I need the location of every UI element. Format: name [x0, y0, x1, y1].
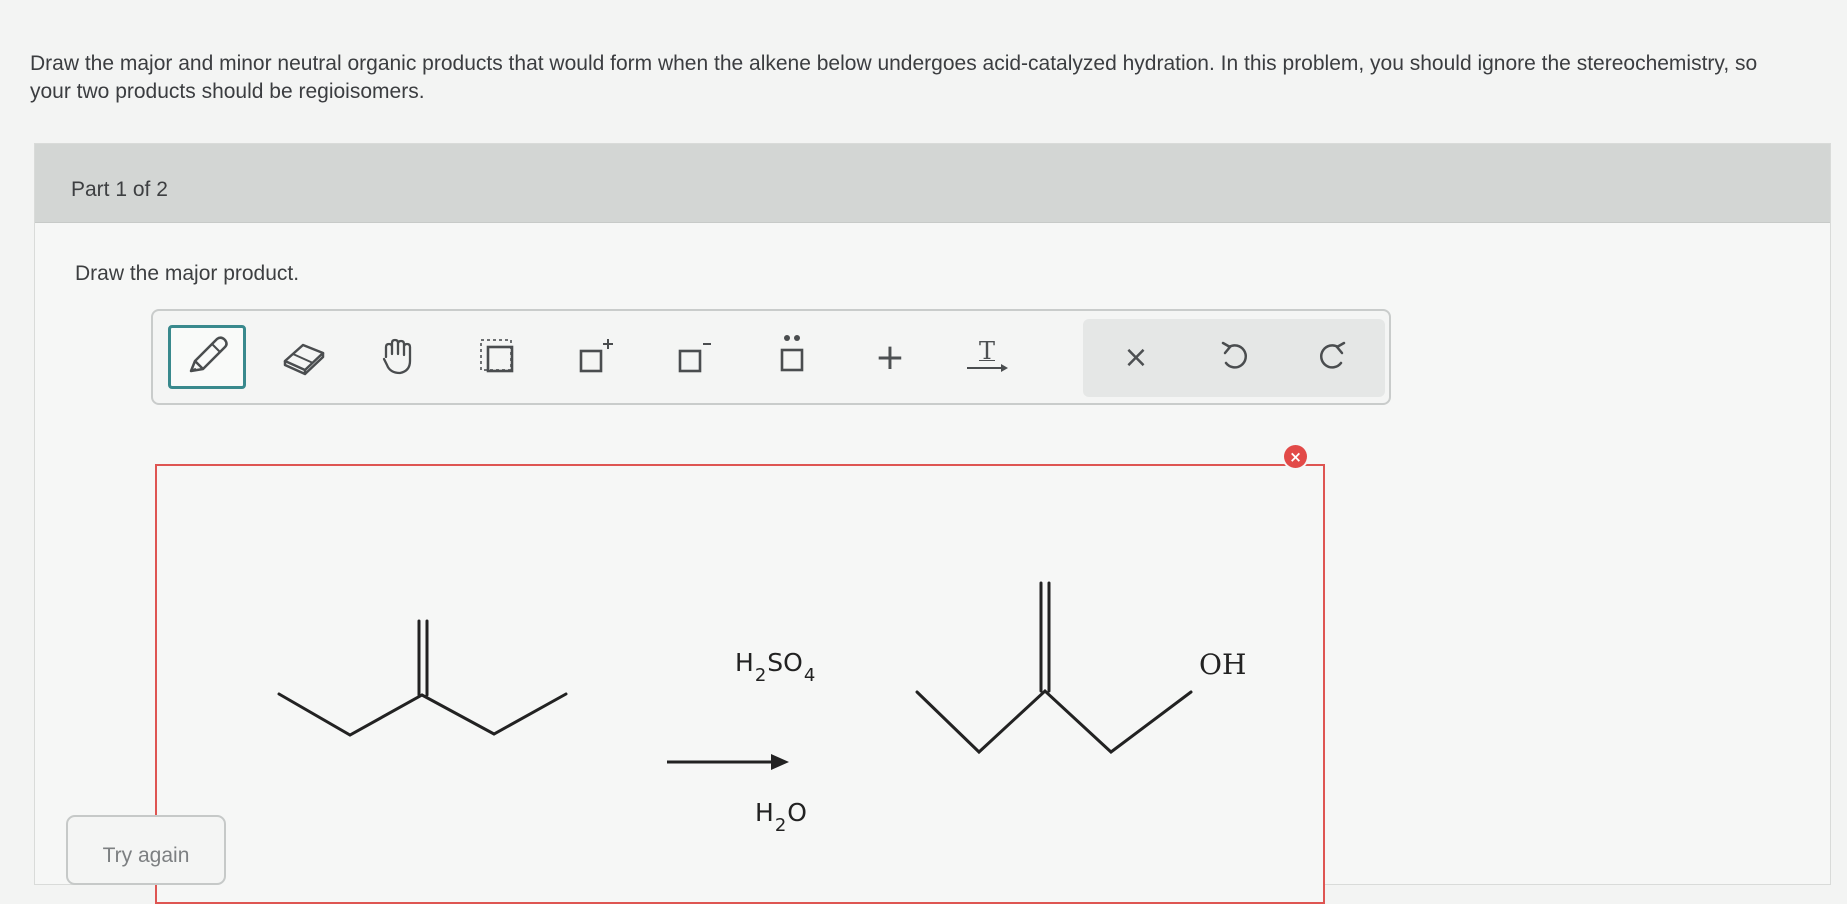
reagent-water: H2O — [755, 798, 807, 836]
reagent-sub-4: 4 — [803, 665, 816, 686]
try-again-button[interactable]: Try again — [66, 815, 226, 885]
positive-charge-icon — [575, 335, 619, 379]
reactant-alkene — [277, 619, 568, 737]
pencil-tool-button[interactable] — [168, 325, 246, 389]
pencil-icon — [181, 331, 233, 383]
water-h: H — [755, 798, 774, 827]
hydroxyl-label: OH — [1199, 648, 1247, 681]
part-instruction: Draw the major product. — [75, 262, 300, 285]
part-header: Part 1 of 2 — [35, 144, 1830, 223]
positive-charge-tool-button[interactable] — [558, 325, 636, 389]
clear-icon: × — [1123, 339, 1149, 375]
part-card: Part 1 of 2 Draw the major product. + T … — [34, 143, 1831, 904]
reagent-sub-2: 2 — [754, 665, 767, 686]
reaction-arrow-text-button[interactable]: T — [948, 325, 1026, 389]
text-arrow-icon: T — [965, 337, 1009, 374]
lone-pair-icon — [770, 332, 814, 382]
part-title: Part 1 of 2 — [71, 178, 168, 201]
undo-icon — [1217, 339, 1253, 375]
eraser-tool-button[interactable] — [265, 325, 343, 389]
negative-charge-icon — [674, 335, 718, 379]
undo-button[interactable] — [1196, 325, 1274, 389]
negative-charge-tool-button[interactable] — [657, 325, 735, 389]
water-o: O — [787, 798, 807, 827]
clear-button[interactable]: × — [1097, 325, 1175, 389]
product-alcohol — [915, 581, 1193, 755]
redo-button[interactable] — [1293, 325, 1371, 389]
eraser-icon — [279, 337, 329, 377]
plus-icon: + — [874, 336, 906, 378]
water-sub-2: 2 — [774, 815, 787, 836]
reaction-arrow — [667, 754, 789, 770]
question-text: Draw the major and minor neutral organic… — [30, 52, 1758, 103]
select-box-icon — [478, 337, 518, 377]
hand-tool-button[interactable] — [359, 325, 437, 389]
select-tool-button[interactable] — [459, 325, 537, 389]
redo-icon — [1314, 339, 1350, 375]
drawing-toolbar: + T × — [151, 309, 1391, 405]
lone-pair-tool-button[interactable] — [753, 325, 831, 389]
error-icon: × — [1284, 445, 1307, 468]
reagent-so: SO — [767, 648, 803, 677]
drawing-canvas[interactable]: H2SO4 H2O OH — [155, 464, 1325, 904]
reagent-sulfuric-acid: H2SO4 — [735, 648, 816, 686]
add-reaction-plus-button[interactable]: + — [851, 325, 929, 389]
reagent-h: H — [735, 648, 754, 677]
text-arrow-label: T — [978, 337, 995, 365]
hand-icon — [376, 335, 420, 379]
